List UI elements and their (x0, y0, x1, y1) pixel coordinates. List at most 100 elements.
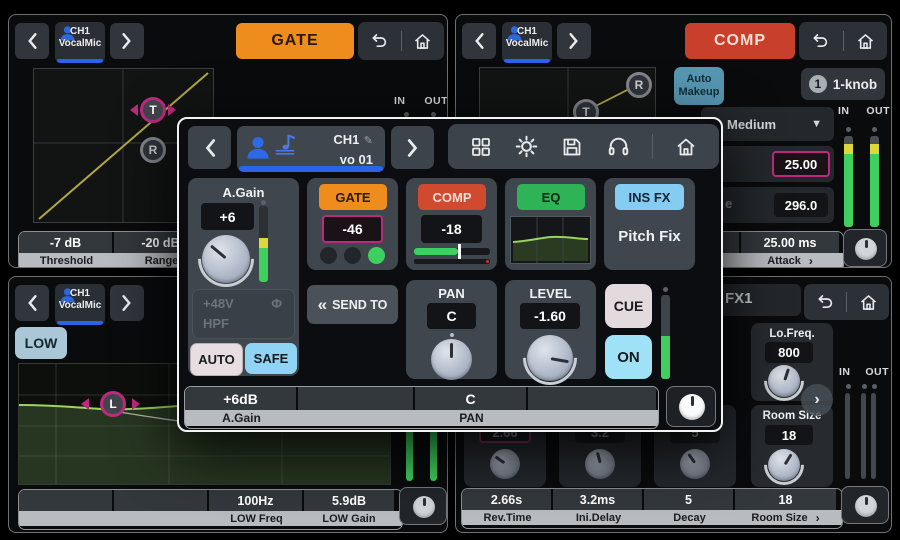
next-channel-button[interactable] (391, 126, 434, 169)
channel-tab[interactable]: CH1VocalMic (55, 22, 105, 63)
pan-knob[interactable] (431, 339, 472, 380)
prev-channel-button[interactable] (15, 285, 49, 321)
phantom-button[interactable]: +48V (203, 296, 234, 311)
assign-cell-again[interactable]: +6dB (185, 387, 296, 410)
channel-tab[interactable]: CH1VocalMic (55, 284, 105, 325)
one-knob-button[interactable]: 1 1-knob (801, 68, 885, 100)
touch-knob-button[interactable] (666, 386, 716, 427)
comp-title-button[interactable]: COMP (685, 23, 795, 59)
touch-knob-button[interactable] (843, 229, 887, 267)
lofreq-knob[interactable] (768, 365, 800, 397)
pan-value[interactable]: C (427, 303, 476, 329)
undo-icon[interactable] (810, 31, 831, 52)
lofreq-value[interactable]: 800 (765, 342, 813, 363)
next-channel-button[interactable] (557, 23, 591, 59)
inidelay-knob[interactable] (585, 449, 615, 479)
auto-makeup-button[interactable]: AutoMakeup (674, 67, 724, 105)
comp-slider-track[interactable] (414, 248, 490, 255)
on-button[interactable]: ON (605, 335, 652, 379)
pan-center-dot (450, 333, 454, 337)
prev-channel-button[interactable] (15, 23, 49, 59)
gear-icon[interactable] (514, 134, 539, 159)
release-value[interactable]: 296.0 (774, 193, 828, 217)
assign-cell-roomsize[interactable]: 18 (735, 489, 836, 510)
comp-slider-handle[interactable] (458, 244, 461, 259)
fx-page-next-button[interactable]: › (801, 384, 833, 416)
assign-cell[interactable] (528, 387, 656, 410)
comp-chip-button[interactable]: COMP (418, 184, 486, 210)
assign-cell-pan[interactable]: C (415, 387, 526, 410)
assign-cell-attack[interactable]: 25.00 ms (741, 232, 839, 253)
hpf-button[interactable]: HPF (203, 316, 229, 331)
eq-block: EQ (505, 178, 596, 270)
safe-button[interactable]: SAFE (245, 343, 297, 374)
level-value[interactable]: -1.60 (520, 303, 580, 329)
assign-cell-threshold[interactable]: -7 dB (19, 232, 112, 253)
low-band-handle[interactable]: L (100, 391, 126, 417)
assign-cell[interactable] (19, 490, 112, 511)
again-knob[interactable] (202, 235, 250, 283)
assign-cell-lowgain[interactable]: 5.9dB (304, 490, 394, 511)
gate-block: GATE -46 (307, 178, 398, 270)
channel-tab[interactable]: CH1VocalMic (502, 22, 552, 63)
assign-cell[interactable] (298, 387, 413, 410)
tab-active-indicator (57, 321, 103, 325)
insfx-name: Pitch Fix (604, 228, 695, 245)
chevron-left-icon (203, 138, 217, 158)
ratio-handle[interactable]: R (626, 72, 652, 98)
level-knob[interactable] (527, 335, 573, 381)
edit-icon[interactable]: ✎ (364, 135, 373, 147)
assign-cell-decay[interactable]: 5 (644, 489, 733, 510)
prev-channel-button[interactable] (188, 126, 231, 169)
cue-button[interactable]: CUE (605, 284, 652, 328)
grid-view-icon[interactable] (469, 135, 493, 159)
auto-button[interactable]: AUTO (190, 343, 243, 376)
again-value[interactable]: +6 (201, 203, 254, 230)
assign-label: Range (145, 255, 179, 267)
assign-cell[interactable] (114, 490, 207, 511)
prev-channel-button[interactable] (462, 23, 496, 59)
eq-mini-graph[interactable] (510, 216, 591, 264)
insfx-chip-button[interactable]: INS FX (615, 184, 684, 210)
next-channel-button[interactable] (110, 23, 144, 59)
meter-peak-dot (872, 384, 877, 389)
assign-cell-revtime[interactable]: 2.66s (462, 489, 551, 510)
roomsize-knob[interactable] (768, 449, 800, 481)
out-meter (870, 136, 879, 227)
home-icon[interactable] (412, 31, 433, 52)
roomsize-value[interactable]: 18 (765, 425, 813, 445)
assign-cell-lowfreq[interactable]: 100Hz (209, 490, 302, 511)
undo-icon[interactable] (369, 31, 390, 52)
attack-value[interactable]: 25.00 (772, 151, 830, 177)
home-icon[interactable] (855, 31, 876, 52)
gate-threshold-value[interactable]: -46 (322, 215, 383, 243)
undo-icon[interactable] (815, 292, 836, 313)
revtime-knob[interactable] (490, 449, 520, 479)
insfx-block[interactable]: INS FX Pitch Fix (604, 178, 695, 270)
overlay-toolbar (448, 124, 719, 169)
decay-knob[interactable] (680, 449, 710, 479)
headphones-icon[interactable] (606, 134, 631, 159)
next-channel-button[interactable] (110, 285, 144, 321)
phase-button[interactable]: Φ (271, 296, 282, 311)
home-icon[interactable] (858, 292, 879, 313)
gate-title-button[interactable]: GATE (236, 23, 354, 59)
gate-led-off (320, 247, 337, 264)
range-handle[interactable]: R (140, 137, 166, 163)
meter-peak-dot (862, 384, 867, 389)
low-band-button[interactable]: LOW (15, 327, 67, 359)
gate-chip-button[interactable]: GATE (319, 184, 387, 210)
threshold-handle[interactable]: T (140, 97, 166, 123)
channel-name: CH1 (333, 132, 359, 147)
assign-cell-inidelay[interactable]: 3.2ms (553, 489, 642, 510)
home-icon[interactable] (674, 135, 698, 159)
channel-header-tab[interactable]: CH1 ✎ vo 01 (237, 126, 385, 172)
save-icon[interactable] (560, 135, 584, 159)
comp-threshold-value[interactable]: -18 (421, 215, 482, 243)
eq-chip-button[interactable]: EQ (517, 184, 585, 210)
fx-in-meter (845, 393, 850, 479)
touch-knob-button[interactable] (399, 487, 447, 525)
level-label: LEVEL (505, 286, 596, 301)
send-to-button[interactable]: « SEND TO (307, 285, 398, 324)
touch-knob-button[interactable] (841, 486, 889, 524)
